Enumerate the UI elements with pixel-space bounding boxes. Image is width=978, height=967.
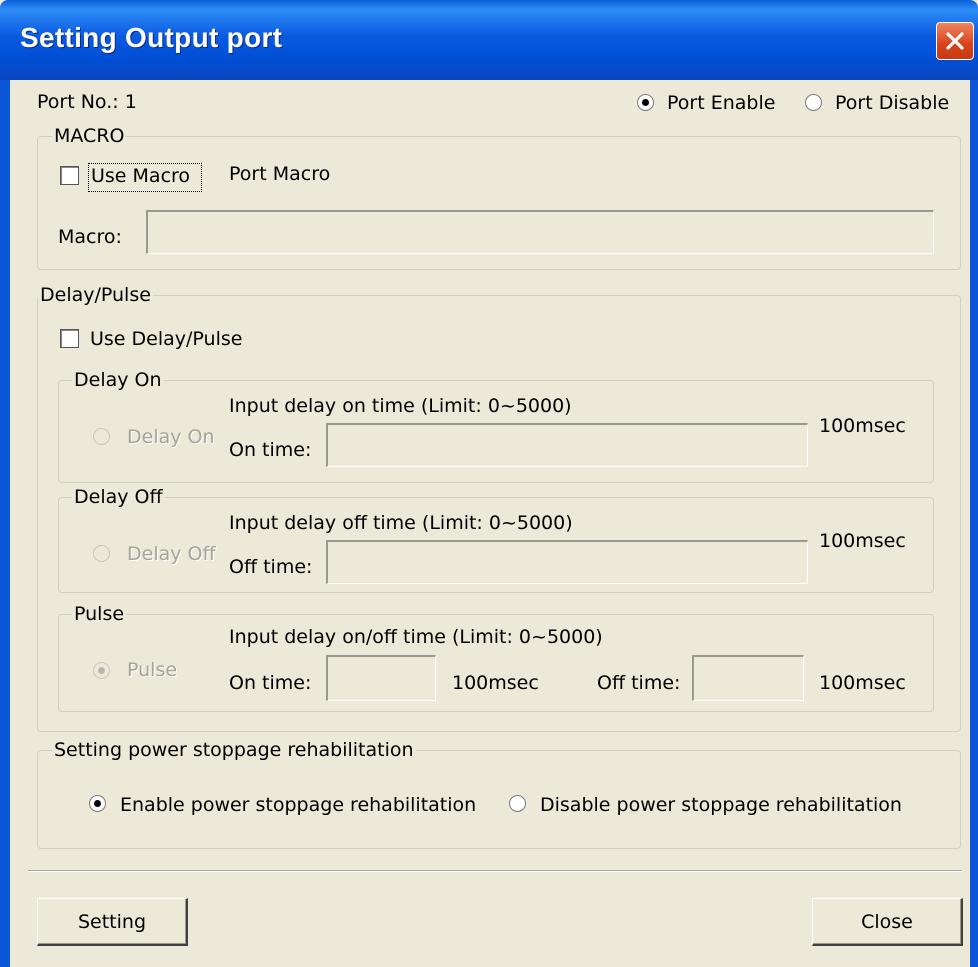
- pulse-off-time-label: Off time:: [597, 672, 681, 694]
- macro-field-label: Macro:: [58, 226, 122, 248]
- use-macro-checkbox[interactable]: [60, 166, 79, 185]
- port-disable-radio[interactable]: [805, 94, 822, 111]
- port-enable-radio[interactable]: [637, 94, 654, 111]
- delay-off-group-label: Delay Off: [72, 486, 165, 508]
- delay-on-unit: 100msec: [819, 415, 906, 437]
- close-icon: [946, 32, 964, 50]
- pulse-radio[interactable]: [93, 662, 110, 679]
- delay-off-time-label: Off time:: [229, 556, 313, 578]
- pulse-on-time-input[interactable]: [326, 655, 436, 701]
- delay-off-hint: Input delay off time (Limit: 0~5000): [229, 512, 573, 534]
- delay-off-time-input[interactable]: [326, 540, 808, 584]
- port-number-label: Port No.: 1: [37, 91, 137, 113]
- close-button[interactable]: Close: [812, 898, 963, 946]
- pulse-group-label: Pulse: [72, 603, 127, 625]
- close-window-button[interactable]: [936, 22, 974, 60]
- delay-on-radio[interactable]: [93, 428, 110, 445]
- window-border-right: [970, 80, 978, 967]
- delay-off-radio[interactable]: [93, 545, 110, 562]
- power-stoppage-group-label: Setting power stoppage rehabilitation: [52, 739, 416, 761]
- dialog-window: Setting Output port Port No.: 1 Port Ena…: [0, 0, 978, 967]
- use-delay-pulse-checkbox[interactable]: [60, 329, 79, 348]
- power-enable-radio[interactable]: [89, 795, 106, 812]
- delay-off-unit: 100msec: [819, 530, 906, 552]
- use-delay-pulse-label[interactable]: Use Delay/Pulse: [90, 328, 242, 350]
- window-title: Setting Output port: [20, 22, 283, 53]
- pulse-off-time-input[interactable]: [692, 655, 804, 701]
- pulse-off-unit: 100msec: [819, 672, 906, 694]
- setting-button[interactable]: Setting: [37, 898, 188, 946]
- use-macro-label[interactable]: Use Macro: [91, 165, 190, 187]
- delay-on-time-input[interactable]: [326, 423, 808, 467]
- delay-on-group-label: Delay On: [72, 369, 164, 391]
- power-enable-label[interactable]: Enable power stoppage rehabilitation: [120, 794, 476, 816]
- title-bar[interactable]: Setting Output port: [0, 0, 978, 80]
- port-macro-label: Port Macro: [229, 163, 331, 185]
- delay-on-hint: Input delay on time (Limit: 0~5000): [229, 395, 572, 417]
- macro-input[interactable]: [146, 210, 934, 254]
- pulse-hint: Input delay on/off time (Limit: 0~5000): [229, 626, 603, 648]
- delay-pulse-group-label: Delay/Pulse: [38, 284, 153, 306]
- power-disable-radio[interactable]: [509, 795, 526, 812]
- delay-on-time-label: On time:: [229, 439, 312, 461]
- pulse-radio-label[interactable]: Pulse: [127, 659, 177, 681]
- pulse-on-unit: 100msec: [452, 672, 539, 694]
- port-enable-label[interactable]: Port Enable: [667, 92, 775, 114]
- power-disable-label[interactable]: Disable power stoppage rehabilitation: [540, 794, 902, 816]
- pulse-on-time-label: On time:: [229, 672, 312, 694]
- dialog-separator: [28, 870, 962, 872]
- delay-on-radio-label[interactable]: Delay On: [127, 426, 215, 448]
- macro-group-label: MACRO: [52, 125, 127, 147]
- window-border-left: [0, 80, 10, 967]
- delay-off-radio-label[interactable]: Delay Off: [127, 543, 216, 565]
- port-disable-label[interactable]: Port Disable: [835, 92, 949, 114]
